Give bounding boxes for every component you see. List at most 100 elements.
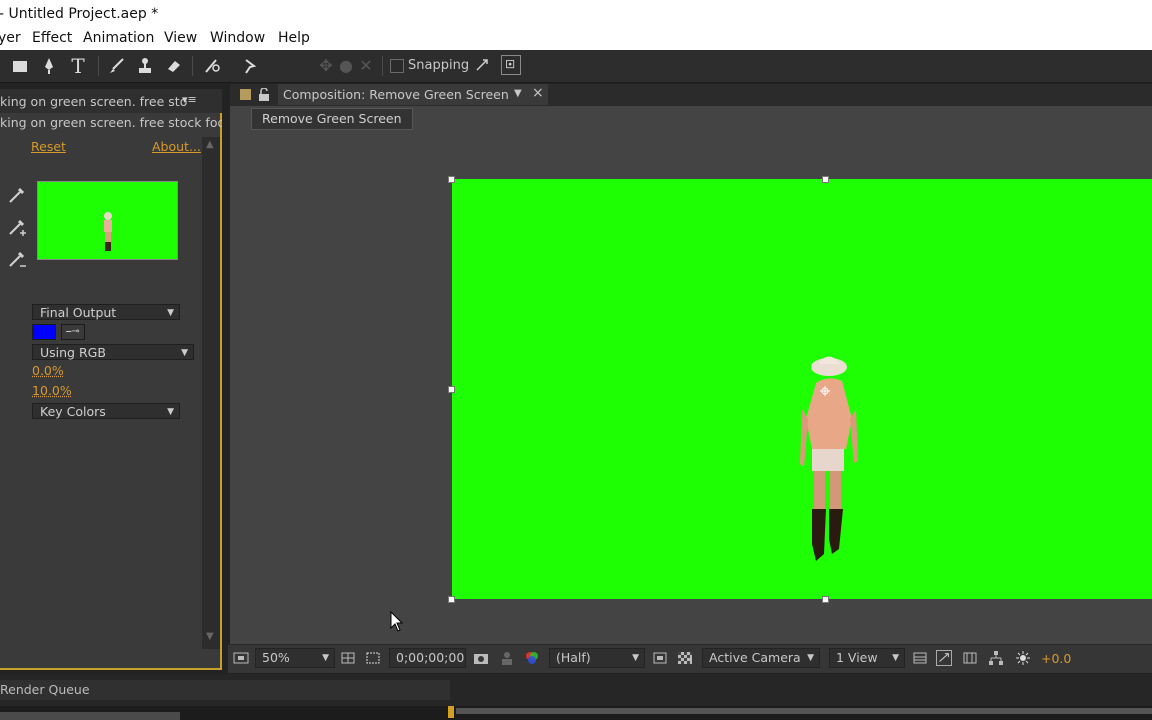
add-color-eyedropper-icon[interactable] bbox=[6, 216, 28, 238]
fast-previews-icon[interactable] bbox=[652, 650, 668, 666]
exposure-value[interactable]: +0.0 bbox=[1041, 651, 1071, 666]
tools-toolbar: T ✥ ● ✕ bbox=[0, 50, 1152, 83]
axis-view-icon[interactable]: ✕ bbox=[354, 54, 378, 78]
chevron-down-icon[interactable]: ▼ bbox=[514, 88, 522, 99]
color-mode-dropdown[interactable]: Using RGB ▼ bbox=[32, 344, 194, 360]
roto-brush-icon[interactable] bbox=[200, 54, 224, 78]
resolution-value: (Half) bbox=[556, 650, 591, 665]
work-area-bar[interactable] bbox=[456, 708, 1152, 714]
about-link[interactable]: About... bbox=[152, 139, 201, 154]
rectangle-tool-icon[interactable] bbox=[8, 54, 32, 78]
screen-color-swatch[interactable] bbox=[32, 324, 56, 340]
chevron-down-icon: ▼ bbox=[892, 653, 899, 663]
composition-breadcrumb-label: Remove Green Screen bbox=[262, 111, 402, 126]
green-screen-layer[interactable] bbox=[452, 179, 1152, 599]
subtract-color-eyedropper-icon[interactable] bbox=[6, 248, 28, 270]
timeline-search-field[interactable] bbox=[0, 712, 180, 720]
output-dropdown[interactable]: Key Colors ▼ bbox=[32, 403, 180, 419]
subject-thumbnail-figure bbox=[104, 212, 112, 251]
composition-breadcrumb[interactable]: Remove Green Screen bbox=[251, 108, 413, 130]
scroll-down-icon[interactable]: ▼ bbox=[206, 631, 214, 642]
transform-handle[interactable] bbox=[822, 596, 829, 603]
value-two-field[interactable]: 10.0% bbox=[32, 383, 72, 398]
key-color-eyedropper-icon[interactable] bbox=[6, 184, 28, 206]
fit-icon[interactable] bbox=[340, 650, 356, 666]
region-of-interest-icon[interactable] bbox=[365, 650, 381, 666]
transform-handle[interactable] bbox=[448, 596, 455, 603]
zoom-value: 50% bbox=[262, 650, 290, 665]
composition-tab[interactable]: Composition: Remove Green Screen ▼ bbox=[278, 84, 548, 105]
color-channels-icon[interactable] bbox=[524, 650, 540, 666]
snap-features-icon[interactable] bbox=[501, 55, 521, 75]
color-mode-value: Using RGB bbox=[40, 345, 106, 360]
snap-edges-icon[interactable] bbox=[474, 57, 490, 73]
menu-view[interactable]: View bbox=[164, 30, 197, 46]
timecode-value: 0;00;00;00 bbox=[396, 650, 465, 665]
view-dropdown[interactable]: Final Output ▼ bbox=[32, 304, 180, 320]
pen-tool-icon[interactable] bbox=[37, 54, 61, 78]
camera-value: Active Camera bbox=[709, 650, 801, 665]
layer-name-row: king on green screen. free stock foota bbox=[0, 115, 222, 135]
timeline-strip bbox=[0, 706, 1152, 720]
fast-preview-toggle-icon[interactable] bbox=[936, 650, 952, 666]
camera-dropdown[interactable]: Active Camera ▼ bbox=[702, 648, 820, 668]
chevron-down-icon: ▼ bbox=[167, 308, 174, 318]
clone-stamp-icon[interactable] bbox=[133, 54, 157, 78]
value-one-field[interactable]: 0.0% bbox=[32, 363, 64, 378]
composition-tab-grip-icon[interactable] bbox=[240, 89, 251, 100]
chevron-down-icon: ▼ bbox=[807, 653, 814, 663]
lock-icon[interactable] bbox=[258, 87, 270, 102]
snapshot-camera-icon[interactable] bbox=[473, 650, 489, 666]
menu-effect[interactable]: Effect bbox=[32, 30, 72, 46]
work-area-start-handle[interactable] bbox=[448, 706, 454, 718]
exposure-reset-icon[interactable] bbox=[1015, 650, 1031, 666]
view-layout-value: 1 View bbox=[836, 650, 878, 665]
reset-link[interactable]: Reset bbox=[31, 139, 66, 154]
key-preview-thumbnail[interactable] bbox=[37, 181, 178, 260]
toggle-pixel-aspect-icon[interactable] bbox=[912, 650, 928, 666]
toolbar-divider bbox=[98, 56, 99, 76]
menu-layer[interactable]: yer bbox=[0, 30, 21, 46]
color-eyedropper-icon[interactable]: ⎯⊸ bbox=[61, 324, 85, 340]
transform-handle[interactable] bbox=[822, 176, 829, 183]
snapping-label: Snapping bbox=[408, 58, 470, 73]
view-layout-dropdown[interactable]: 1 View ▼ bbox=[829, 648, 905, 668]
close-icon[interactable]: × bbox=[532, 85, 544, 101]
output-dropdown-value: Key Colors bbox=[40, 404, 106, 419]
panel-menu-icon[interactable]: ▾≡ bbox=[182, 93, 202, 107]
zoom-dropdown[interactable]: 50% ▼ bbox=[255, 648, 335, 668]
always-preview-icon[interactable] bbox=[233, 650, 249, 666]
show-snapshot-icon[interactable] bbox=[499, 650, 515, 666]
anchor-point-icon[interactable] bbox=[820, 384, 830, 396]
resolution-dropdown[interactable]: (Half) ▼ bbox=[549, 648, 645, 668]
eraser-icon[interactable] bbox=[162, 54, 186, 78]
menu-window[interactable]: Window bbox=[210, 30, 265, 46]
render-queue-tab[interactable]: Render Queue bbox=[0, 680, 450, 700]
effect-controls-panel bbox=[0, 89, 222, 670]
text-tool-icon[interactable]: T bbox=[66, 54, 90, 78]
transform-handle[interactable] bbox=[448, 386, 455, 393]
effect-controls-tab-label: king on green screen. free sto bbox=[0, 94, 188, 109]
menu-bar: yer Effect Animation View Window Help bbox=[0, 28, 1152, 50]
chevron-down-icon: ▼ bbox=[181, 348, 188, 358]
toolbar-divider bbox=[192, 56, 193, 76]
woman-figure bbox=[800, 356, 858, 561]
title-bar: - Untitled Project.aep * bbox=[0, 0, 1152, 28]
view-dropdown-value: Final Output bbox=[40, 305, 117, 320]
timecode-field[interactable]: 0;00;00;00 bbox=[389, 648, 466, 668]
panel-scrollbar[interactable]: ▲ ▼ bbox=[202, 137, 220, 649]
mouse-cursor-icon bbox=[390, 610, 404, 633]
timeline-icon[interactable] bbox=[962, 650, 978, 666]
transparency-grid-icon[interactable] bbox=[677, 650, 693, 666]
toolbar-divider bbox=[382, 56, 383, 76]
window-title: - Untitled Project.aep * bbox=[0, 6, 159, 22]
snapping-checkbox[interactable] bbox=[390, 59, 404, 73]
brush-tool-icon[interactable] bbox=[105, 54, 129, 78]
scroll-up-icon[interactable]: ▲ bbox=[206, 139, 214, 150]
render-queue-tab-label: Render Queue bbox=[0, 682, 90, 697]
menu-help[interactable]: Help bbox=[278, 30, 310, 46]
flowchart-icon[interactable] bbox=[988, 650, 1004, 666]
transform-handle[interactable] bbox=[448, 176, 455, 183]
menu-animation[interactable]: Animation bbox=[83, 30, 154, 46]
puppet-pin-icon[interactable] bbox=[238, 54, 262, 78]
